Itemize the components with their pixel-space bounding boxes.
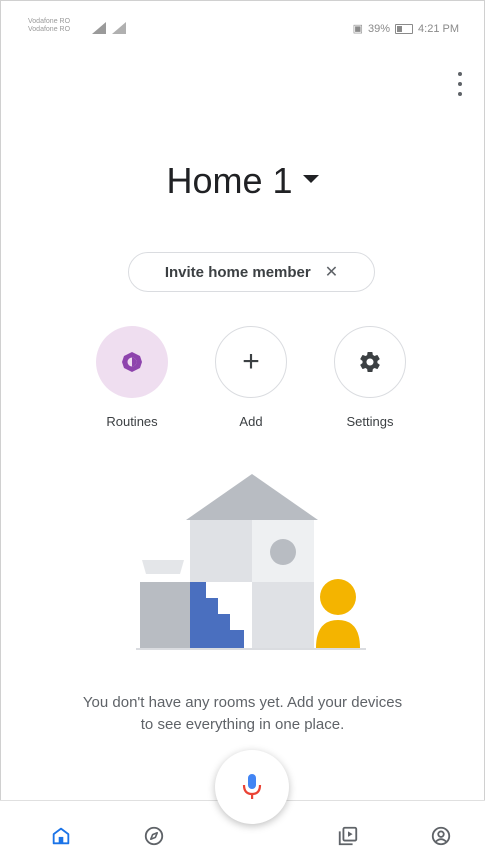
routines-circle[interactable]: [96, 326, 168, 398]
add-button[interactable]: + Add: [211, 326, 291, 429]
settings-label: Settings: [346, 414, 394, 429]
battery-icon: [395, 23, 414, 34]
vibrate-icon: ▣: [352, 23, 363, 35]
plus-icon: +: [242, 345, 260, 378]
nav-media[interactable]: [335, 823, 361, 849]
signal-icon-2: [112, 22, 126, 34]
status-right: ▣ 39% 4:21 PM: [352, 22, 459, 36]
close-icon[interactable]: ✕: [325, 262, 338, 282]
add-label: Add: [239, 414, 263, 429]
nav-discover[interactable]: [141, 823, 167, 849]
media-icon: [338, 826, 358, 846]
compass-icon: [144, 826, 164, 846]
voice-assistant-button[interactable]: [215, 750, 289, 824]
carrier-line-1: Vodafone RO: [28, 18, 71, 25]
battery-percent: 39%: [368, 22, 391, 35]
gear-icon: [360, 352, 380, 373]
microphone-icon: [242, 774, 262, 799]
screen-frame: [0, 0, 485, 867]
home-name: Home 1: [166, 160, 293, 201]
home-icon: [52, 827, 70, 845]
empty-state-line-1: You don't have any rooms yet. Add your d…: [82, 694, 403, 711]
status-bar: Vodafone RO Vodafone RO ▣ 39% 4:21 PM: [0, 0, 485, 58]
settings-circle[interactable]: [334, 326, 406, 398]
carrier-info: Vodafone RO Vodafone RO: [28, 18, 70, 34]
account-icon: [431, 826, 451, 846]
routines-icon: [122, 352, 142, 372]
nav-account[interactable]: [428, 823, 454, 849]
routines-label: Routines: [106, 414, 158, 429]
dropdown-caret-icon: [302, 175, 319, 184]
invite-home-member-chip[interactable]: Invite home member ✕: [128, 252, 375, 292]
signal-icon: [92, 22, 106, 34]
empty-state-line-2: to see everything in one place.: [140, 716, 345, 733]
home-selector[interactable]: Home 1: [0, 160, 485, 202]
chip-label: Invite home member: [164, 263, 311, 281]
settings-button[interactable]: Settings: [330, 326, 410, 429]
routines-button[interactable]: Routines: [92, 326, 172, 429]
empty-state-message: You don't have any rooms yet. Add your d…: [40, 692, 445, 736]
nav-home[interactable]: [48, 823, 74, 849]
add-circle[interactable]: +: [215, 326, 287, 398]
more-options-icon[interactable]: [455, 72, 465, 96]
carrier-line-2: Vodafone RO: [28, 26, 71, 33]
empty-home-illustration: [136, 474, 366, 650]
status-time: 4:21 PM: [418, 22, 459, 35]
